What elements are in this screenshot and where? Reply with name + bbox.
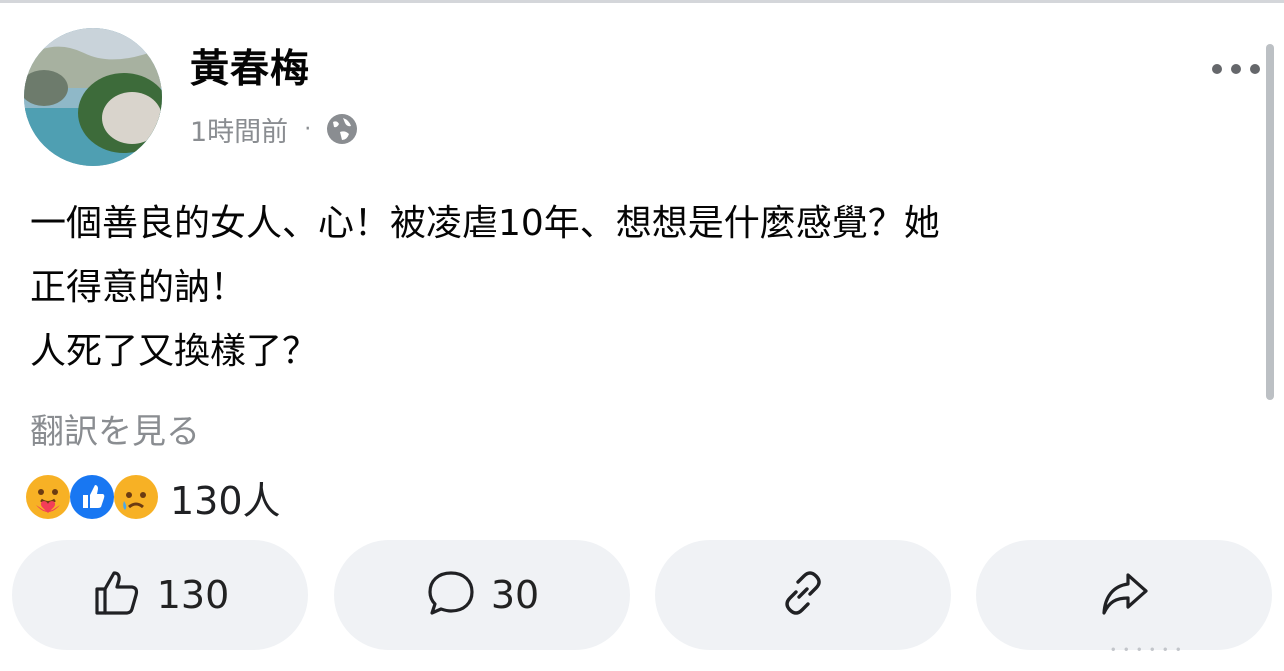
post-body-line: 一個善良的女人、心！被凌虐10年、想想是什麼感覺？她 bbox=[30, 203, 940, 244]
post-timestamp[interactable]: 1時間前 bbox=[190, 110, 288, 149]
top-divider bbox=[0, 0, 1284, 3]
avatar[interactable] bbox=[24, 28, 162, 166]
post-body: 一個善良的女人、心！被凌虐10年、想想是什麼感覺？她 正得意的訥！ 人死了又換樣… bbox=[30, 192, 940, 384]
watermark: ．．．．．． bbox=[1108, 632, 1198, 657]
comment-bubble-icon bbox=[425, 567, 477, 623]
globe-icon[interactable] bbox=[325, 112, 359, 146]
reactions-summary[interactable]: 130人 bbox=[24, 470, 281, 525]
post-body-line: 正得意的訥！ bbox=[30, 267, 247, 308]
like-button[interactable]: 130 bbox=[12, 540, 308, 650]
action-bar: 130 30 bbox=[0, 540, 1284, 650]
scrollbar[interactable] bbox=[1266, 44, 1274, 400]
share-arrow-icon bbox=[1098, 567, 1150, 623]
reaction-count[interactable]: 130人 bbox=[170, 470, 281, 525]
sad-reaction-icon bbox=[112, 473, 160, 521]
care-reaction-icon bbox=[24, 473, 72, 521]
like-reaction-icon bbox=[68, 473, 116, 521]
post-body-line: 人死了又換樣了？ bbox=[30, 331, 319, 372]
meta-separator: · bbox=[304, 116, 312, 142]
comment-count: 30 bbox=[490, 573, 540, 617]
post-meta: 1時間前 · bbox=[190, 110, 359, 149]
see-translation-link[interactable]: 翻訳を見る bbox=[30, 404, 200, 453]
thumbs-up-icon bbox=[91, 567, 143, 623]
like-count: 130 bbox=[156, 573, 230, 617]
copy-link-button[interactable] bbox=[655, 540, 951, 650]
author-name[interactable]: 黃春梅 bbox=[190, 50, 310, 89]
comment-button[interactable]: 30 bbox=[334, 540, 630, 650]
link-icon bbox=[777, 567, 829, 623]
more-horizontal-icon[interactable] bbox=[1212, 64, 1260, 74]
